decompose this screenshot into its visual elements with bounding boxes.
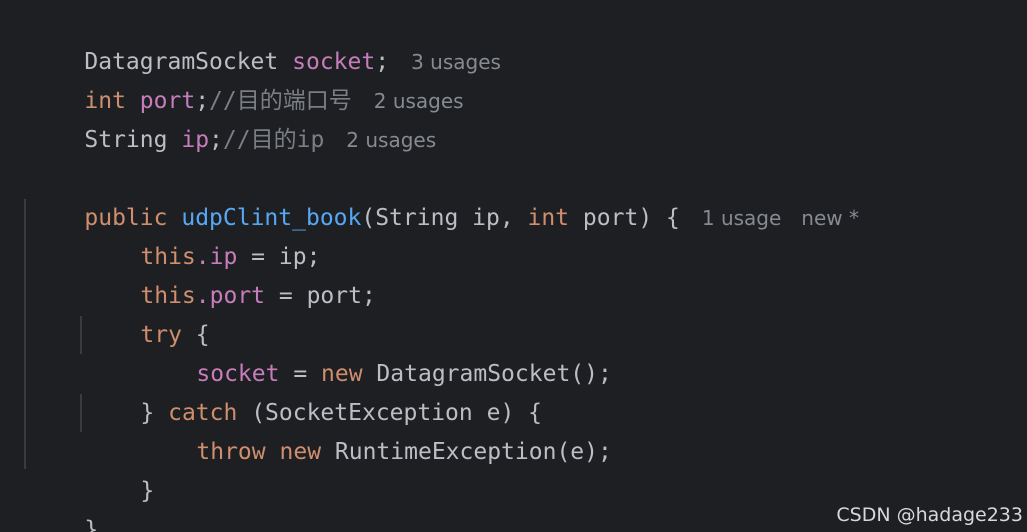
author-hint[interactable]: new *: [801, 206, 859, 230]
expr-token: RuntimeException(e);: [321, 439, 612, 465]
type-token: String: [84, 127, 168, 153]
code-line-2[interactable]: int port;//目的端口号 2 usages: [29, 43, 463, 114]
punct-token: ;: [209, 127, 223, 153]
code-line-assign-ip[interactable]: this.ip = ip;: [85, 199, 320, 270]
usage-hint[interactable]: 2 usages: [346, 128, 436, 152]
code-line-outer-close[interactable]: }: [29, 472, 98, 532]
code-line-1[interactable]: DatagramSocket socket; 3 usages: [29, 4, 501, 75]
indent-guide-catch: [80, 394, 82, 432]
code-line-3[interactable]: String ip;//目的ip 2 usages: [29, 82, 436, 153]
brace-token: }: [140, 478, 155, 504]
code-editor[interactable]: DatagramSocket socket; 3 usages int port;…: [0, 0, 1027, 532]
code-line-socket-new[interactable]: socket = new DatagramSocket();: [141, 316, 611, 387]
keyword-token: throw: [196, 439, 266, 465]
indent-guide-try: [80, 316, 82, 354]
field-token: ip: [181, 127, 210, 153]
csdn-watermark: CSDN @hadage233: [836, 504, 1023, 526]
code-line-assign-port[interactable]: this.port = port;: [85, 238, 375, 309]
code-line-catch[interactable]: } catch (SocketException e) {: [85, 355, 542, 426]
code-line-inner-close[interactable]: }: [85, 433, 154, 504]
code-line-try[interactable]: try {: [85, 277, 209, 348]
keyword-token: new: [279, 439, 322, 465]
usage-hint[interactable]: 1 usage: [702, 206, 781, 230]
code-line-throw[interactable]: throw new RuntimeException(e);: [141, 394, 611, 465]
keyword-token: int: [527, 205, 570, 231]
code-line-constructor[interactable]: public udpClint_book(String ip, int port…: [29, 160, 859, 231]
comment-token: //目的ip: [222, 127, 325, 153]
params-open: (String ip,: [361, 205, 528, 231]
params-close: port) {: [569, 205, 680, 231]
indent-guide-constructor: [24, 199, 26, 469]
brace-token: }: [84, 517, 99, 532]
expr-token: = port;: [265, 283, 376, 309]
